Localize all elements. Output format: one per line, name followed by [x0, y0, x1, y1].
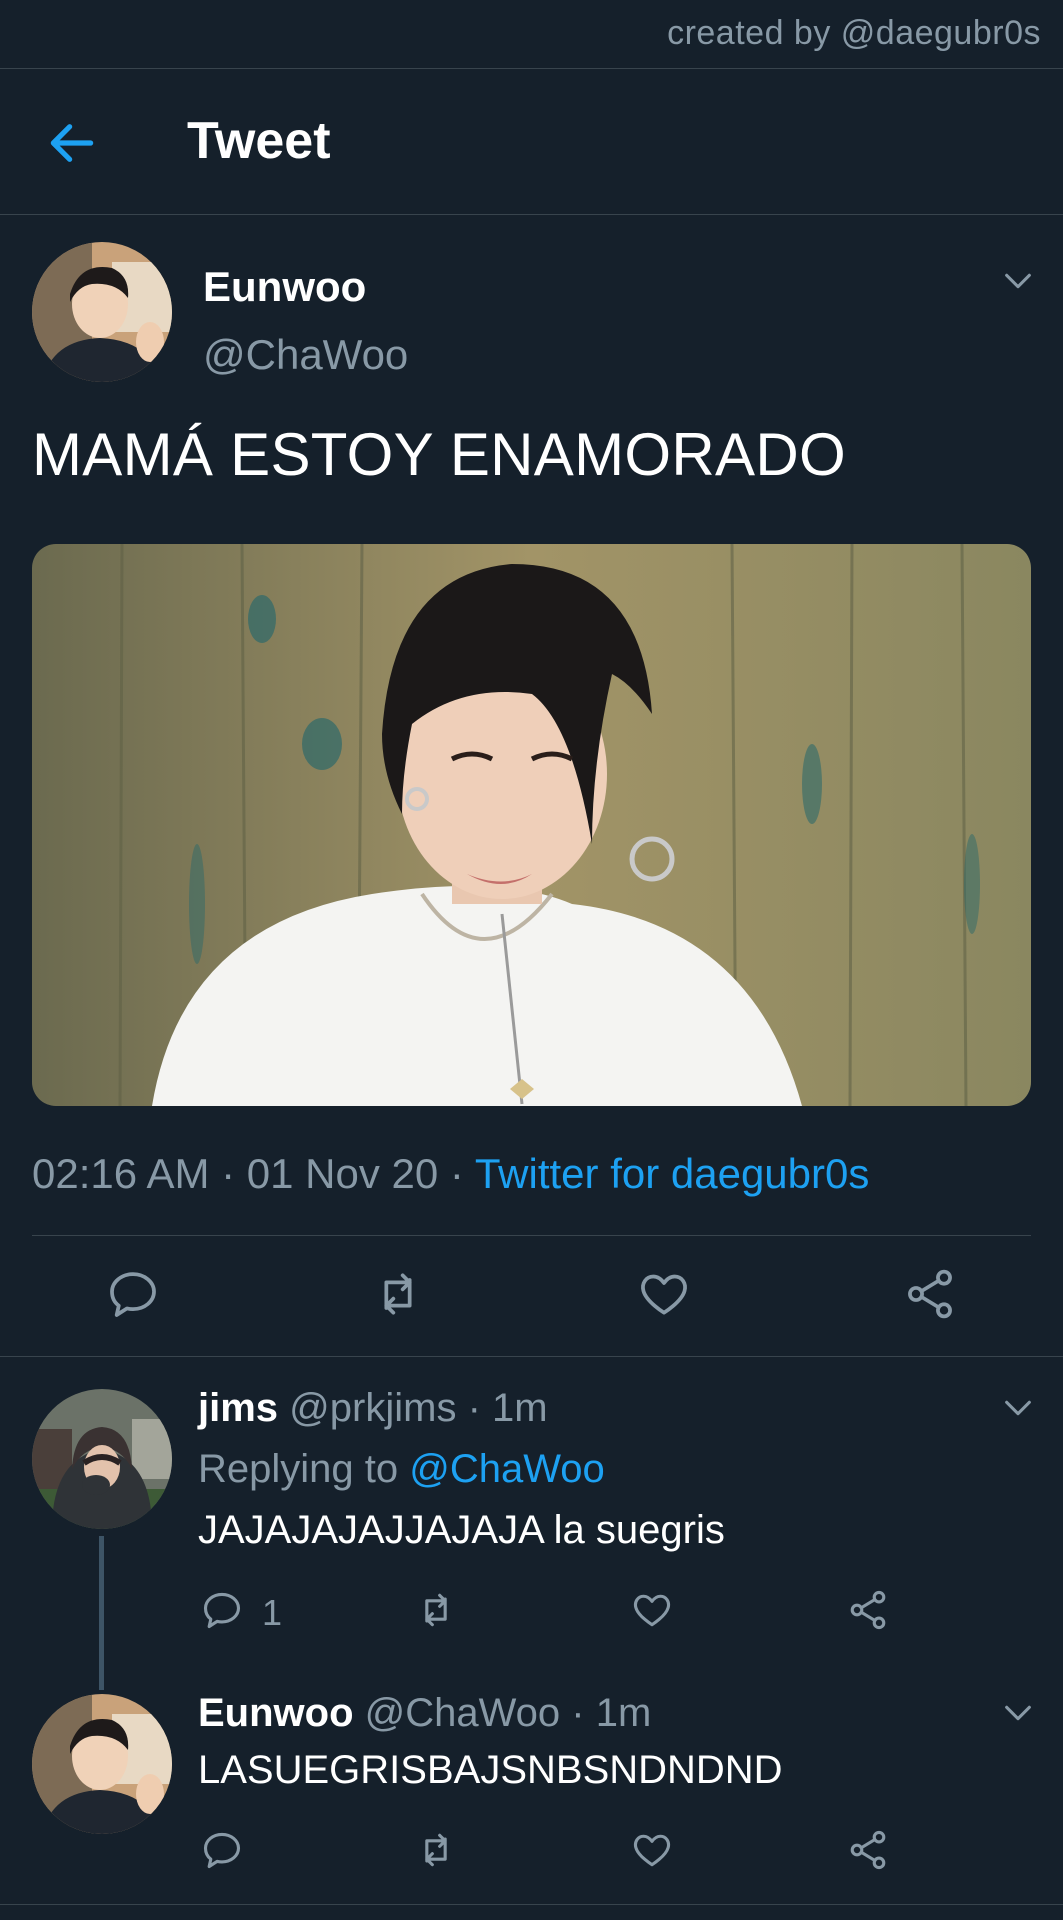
share-icon	[908, 1269, 952, 1319]
reply-text: LASUEGRISBAJSNBSNDNDND	[198, 1748, 783, 1792]
tweet-detail-page: created by @daegubr0s Tweet Eunwoo @ChaW…	[0, 0, 1063, 1920]
tweet-menu-button[interactable]	[1001, 264, 1035, 298]
tweet-source-link[interactable]: Twitter for daegubr0s	[475, 1150, 870, 1197]
reply-handle[interactable]: @prkjims	[289, 1386, 456, 1430]
tweet-time: 02:16 AM	[32, 1150, 210, 1197]
retweet-button[interactable]	[414, 1828, 458, 1872]
reply-age: 1m	[595, 1691, 652, 1735]
reply-header: Eunwoo @ChaWoo · 1m	[198, 1691, 652, 1735]
reply-menu-button[interactable]	[1001, 1696, 1035, 1730]
reply-display-name[interactable]: Eunwoo	[198, 1691, 354, 1735]
retweet-icon	[384, 1273, 412, 1315]
share-button[interactable]	[846, 1828, 890, 1872]
divider	[0, 214, 1063, 215]
chevron-down-icon	[1005, 1400, 1031, 1416]
comment-icon	[110, 1272, 156, 1317]
heart-icon	[641, 1274, 687, 1315]
reply-button[interactable]	[200, 1828, 244, 1872]
retweet-icon	[425, 1593, 447, 1627]
like-button[interactable]	[630, 1588, 674, 1632]
share-icon	[850, 1590, 886, 1630]
reply-age: 1m	[492, 1386, 548, 1430]
heart-icon	[633, 1834, 671, 1867]
reply-display-name[interactable]: jims	[198, 1386, 278, 1430]
reply-avatar[interactable]	[32, 1389, 172, 1529]
user-handle[interactable]: @ChaWoo	[203, 331, 408, 379]
heart-icon	[633, 1594, 671, 1627]
retweet-button[interactable]	[370, 1266, 426, 1322]
share-button[interactable]	[846, 1588, 890, 1632]
tweet-date: 01 Nov 20	[246, 1150, 439, 1197]
share-icon	[850, 1830, 886, 1870]
arrow-left-icon	[50, 124, 94, 162]
watermark: created by @daegubr0s	[667, 14, 1041, 52]
divider	[0, 1904, 1063, 1905]
reply-button[interactable]	[105, 1266, 161, 1322]
reply-count: 1	[262, 1592, 283, 1633]
tweet-image[interactable]	[32, 544, 1031, 1106]
chevron-down-icon	[1005, 273, 1031, 289]
thread-connector	[99, 1536, 104, 1690]
page-title: Tweet	[187, 112, 331, 170]
comment-icon	[203, 1832, 241, 1869]
reply-text: JAJAJAJAJJAJAJA la suegris	[198, 1508, 725, 1552]
reply-avatar[interactable]	[32, 1694, 172, 1834]
back-button[interactable]	[44, 115, 100, 171]
display-name[interactable]: Eunwoo	[203, 263, 366, 311]
avatar[interactable]	[32, 242, 172, 382]
replying-to: Replying to @ChaWoo	[198, 1447, 605, 1491]
reply-handle[interactable]: @ChaWoo	[365, 1691, 561, 1735]
top-bar: Tweet	[0, 70, 1063, 214]
tweet-text: MAMÁ ESTOY ENAMORADO	[32, 421, 846, 488]
reply-header: jims @prkjims · 1m	[198, 1386, 548, 1430]
chevron-down-icon	[1005, 1705, 1031, 1721]
tweet-metadata: 02:16 AM · 01 Nov 20 · Twitter for daegu…	[32, 1150, 870, 1197]
comment-icon	[203, 1592, 241, 1629]
share-button[interactable]	[902, 1266, 958, 1322]
replying-to-handle[interactable]: @ChaWoo	[409, 1447, 605, 1491]
reply-menu-button[interactable]	[1001, 1391, 1035, 1425]
retweet-button[interactable]	[414, 1588, 458, 1632]
like-button[interactable]	[636, 1266, 692, 1322]
divider	[0, 68, 1063, 69]
retweet-icon	[425, 1833, 447, 1867]
divider	[32, 1235, 1031, 1236]
reply-button[interactable]	[200, 1588, 244, 1632]
divider	[0, 1356, 1063, 1357]
like-button[interactable]	[630, 1828, 674, 1872]
